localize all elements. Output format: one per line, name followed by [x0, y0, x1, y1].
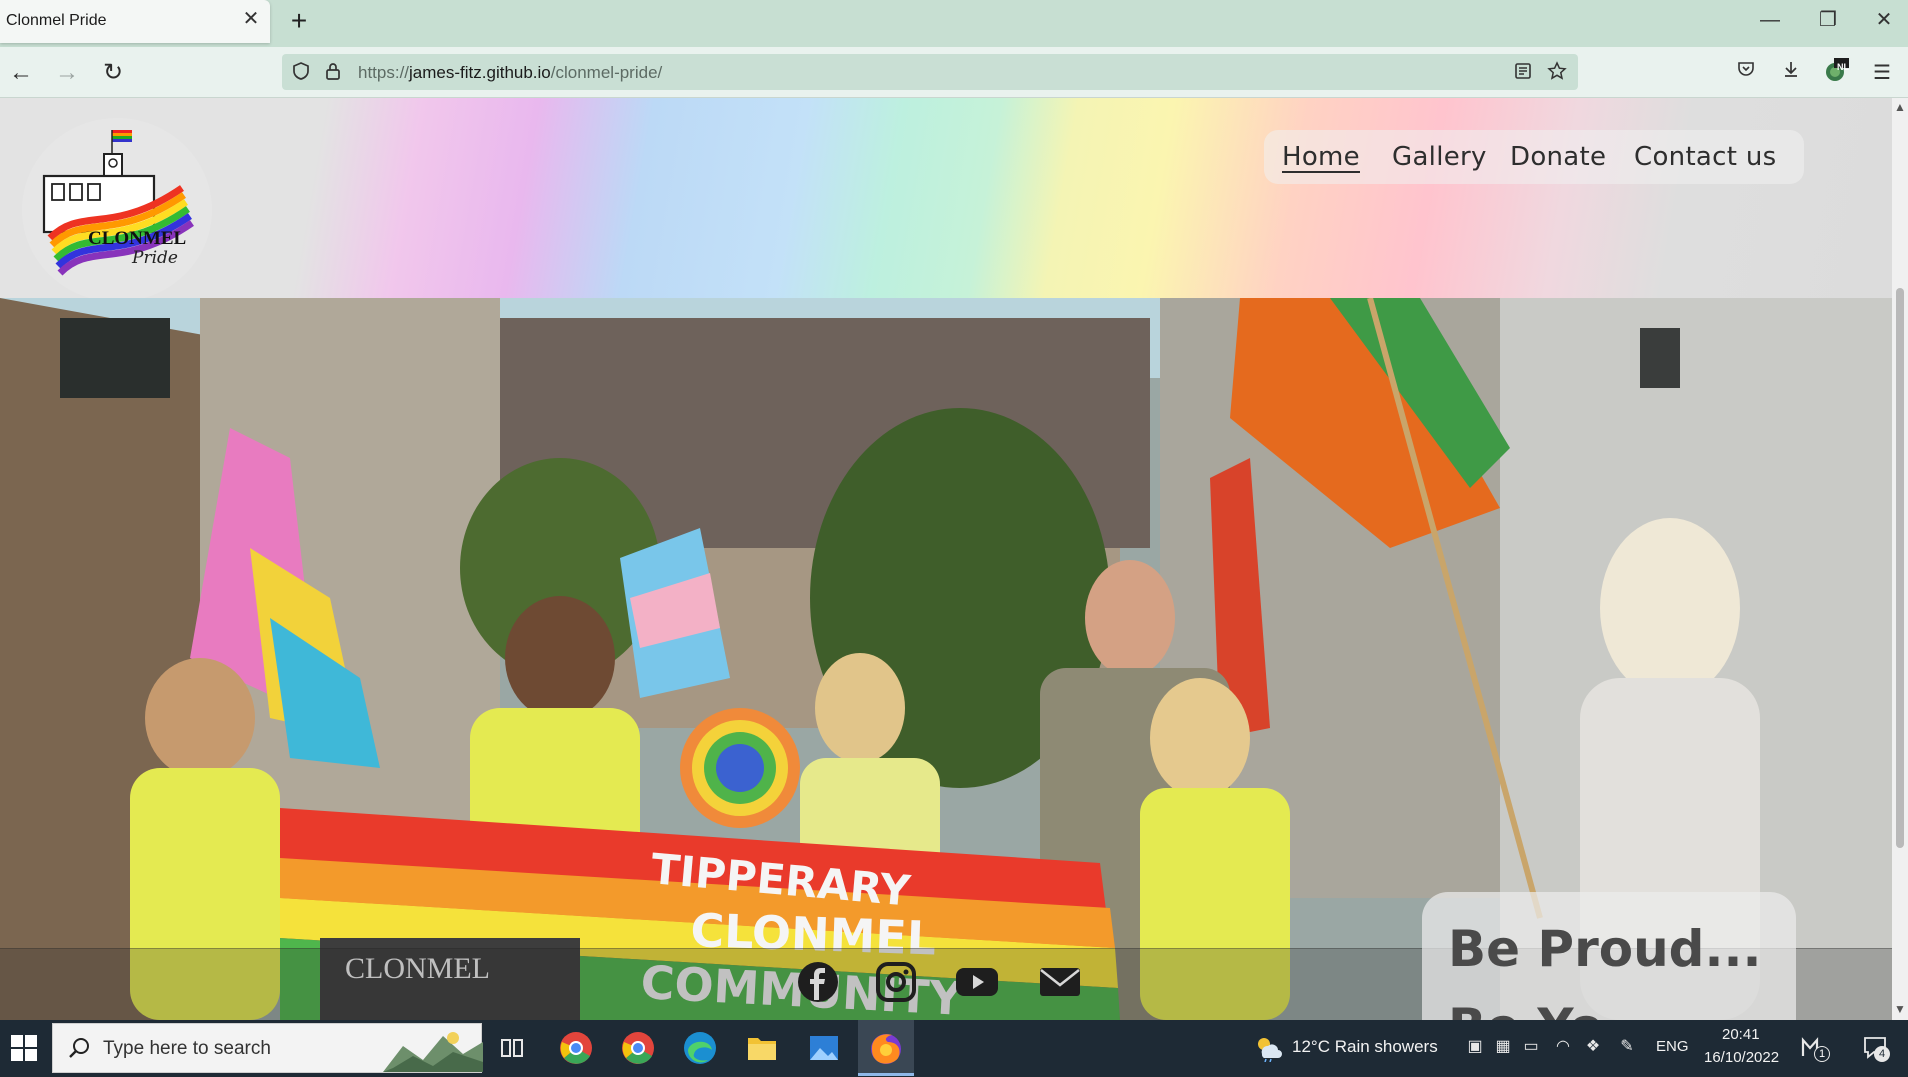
new-tab-button[interactable]: + [284, 6, 314, 36]
logo-script: Pride [132, 248, 178, 268]
tab-strip: Clonmel Pride ✕ + — ❐ ✕ [0, 0, 1908, 47]
windows-start-icon[interactable] [10, 1034, 38, 1062]
scroll-up-icon[interactable]: ▲ [1894, 100, 1906, 114]
file-explorer-icon[interactable] [742, 1028, 782, 1068]
firefox-icon[interactable] [866, 1028, 906, 1068]
clock-date[interactable]: 16/10/2022 [1704, 1049, 1779, 1066]
search-placeholder: Type here to search [103, 1038, 271, 1059]
tagline-line-2: Be Yo [1448, 998, 1603, 1020]
page-scrollbar[interactable]: ▲ ▼ [1892, 98, 1908, 1020]
minimize-button[interactable]: — [1750, 4, 1790, 36]
tab-close-button[interactable]: ✕ [240, 8, 262, 30]
site-nav: Home Gallery Donate Contact us [1264, 130, 1804, 184]
shield-icon[interactable] [290, 61, 312, 83]
reader-view-icon[interactable] [1512, 61, 1534, 83]
page-viewport: CLONMEL Pride Home Gallery Donate Contac… [0, 98, 1908, 1020]
extension-icon[interactable]: NL [1820, 57, 1852, 89]
menu-icon[interactable]: ☰ [1866, 57, 1898, 89]
restore-button[interactable]: ❐ [1808, 4, 1848, 36]
wifi-icon[interactable]: ◠ [1552, 1036, 1574, 1058]
instagram-icon[interactable] [874, 960, 918, 1004]
mail-icon[interactable]: 1 [1800, 1034, 1830, 1062]
app-tray-icon[interactable]: ▦ [1492, 1036, 1514, 1058]
chrome-icon[interactable] [556, 1028, 596, 1068]
search-icon [67, 1036, 91, 1060]
youtube-icon[interactable] [954, 960, 998, 1004]
logo-building-icon [42, 130, 194, 276]
notifications-icon[interactable]: 4 [1860, 1034, 1890, 1062]
tab-title: Clonmel Pride [6, 12, 107, 29]
dropbox-icon[interactable]: ❖ [1582, 1036, 1604, 1058]
pocket-icon[interactable] [1730, 57, 1762, 89]
mail-count: 1 [1814, 1046, 1830, 1062]
downloads-icon[interactable] [1775, 57, 1807, 89]
facebook-icon[interactable] [796, 960, 840, 1004]
taskbar: Type here to search 12°C Rain showers ▣ … [0, 1020, 1908, 1076]
url-text[interactable]: https://james-fitz.github.io/clonmel-pri… [358, 63, 662, 83]
address-bar[interactable]: https://james-fitz.github.io/clonmel-pri… [282, 54, 1578, 90]
nav-gallery[interactable]: Gallery [1392, 142, 1487, 172]
meet-now-icon[interactable]: ▣ [1464, 1036, 1486, 1058]
lock-icon[interactable] [322, 61, 344, 83]
nav-home[interactable]: Home [1282, 142, 1360, 172]
forward-icon[interactable]: → [50, 57, 84, 89]
scroll-down-icon[interactable]: ▼ [1894, 1002, 1906, 1016]
photos-icon[interactable] [804, 1028, 844, 1068]
weather-icon[interactable] [1254, 1034, 1282, 1063]
language-indicator[interactable]: ENG [1656, 1038, 1689, 1055]
pen-icon[interactable]: ✎ [1616, 1036, 1638, 1058]
taskbar-search[interactable]: Type here to search [52, 1023, 483, 1073]
email-icon[interactable] [1038, 960, 1082, 1004]
extension-badge: NL [1837, 62, 1849, 72]
battery-icon[interactable]: ▭ [1520, 1036, 1542, 1058]
weather-text[interactable]: 12°C Rain showers [1292, 1037, 1438, 1057]
logo-name: CLONMEL [88, 228, 187, 249]
notification-count: 4 [1874, 1046, 1890, 1062]
edge-icon[interactable] [680, 1028, 720, 1068]
tab-clonmel-pride[interactable]: Clonmel Pride ✕ [0, 0, 270, 43]
site-logo[interactable]: CLONMEL Pride [22, 118, 212, 302]
nav-donate[interactable]: Donate [1510, 142, 1606, 172]
task-view-icon[interactable] [492, 1028, 532, 1068]
navigation-toolbar: ← → ↻ https://james-fitz.github.io/clonm… [0, 47, 1908, 98]
bookmark-star-icon[interactable] [1546, 61, 1568, 83]
nav-contact-us[interactable]: Contact us [1634, 142, 1776, 172]
scroll-thumb[interactable] [1896, 288, 1904, 848]
chrome-profile-icon[interactable] [618, 1028, 658, 1068]
site-header: CLONMEL Pride Home Gallery Donate Contac… [0, 98, 1892, 302]
back-icon[interactable]: ← [4, 57, 38, 89]
close-window-button[interactable]: ✕ [1864, 4, 1904, 36]
clock-time[interactable]: 20:41 [1722, 1026, 1760, 1043]
tagline-line-1: Be Proud... [1448, 920, 1762, 978]
search-highlight-icon [383, 1026, 483, 1072]
reload-icon[interactable]: ↻ [96, 57, 130, 89]
